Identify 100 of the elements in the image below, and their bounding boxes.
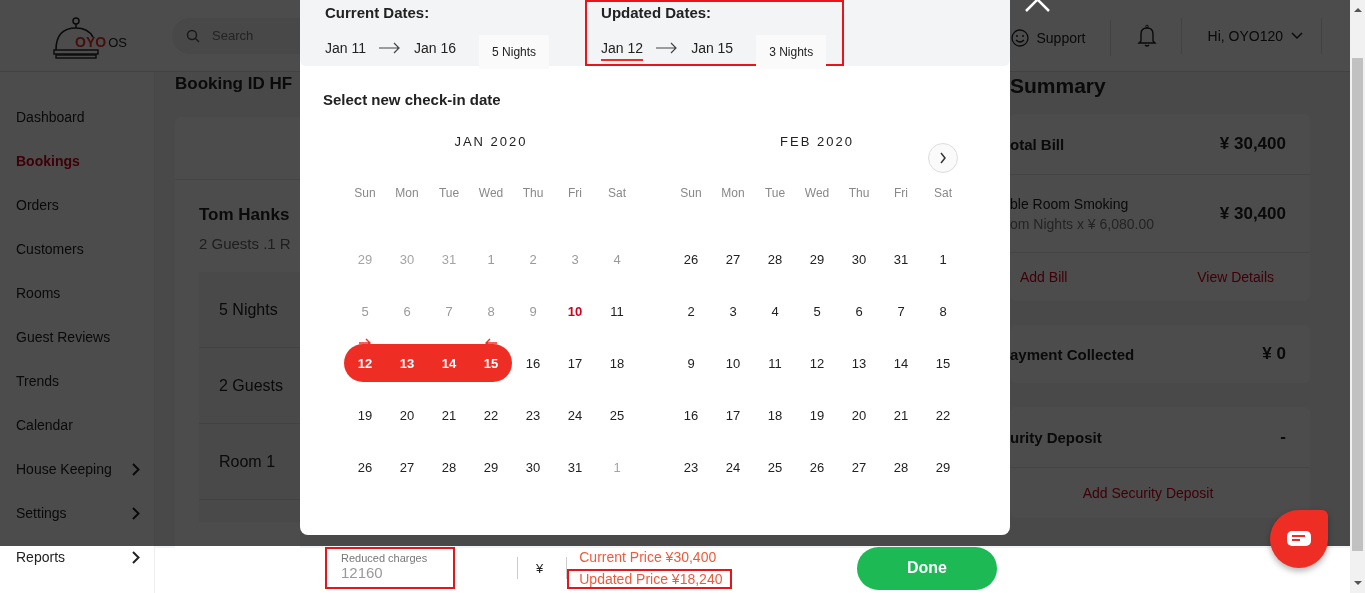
logo-brand: OYO	[75, 33, 107, 50]
calendar-day[interactable]: 27	[386, 448, 428, 486]
calendar-day[interactable]: 28	[880, 448, 922, 486]
to-date: Jan 15	[691, 40, 734, 56]
calendar-day[interactable]: 5	[796, 292, 838, 330]
calendar-day[interactable]: 6	[838, 292, 880, 330]
weekday-label: Mon	[394, 185, 420, 202]
calendar-day[interactable]: 31	[880, 240, 922, 278]
stay-detail: 5 Nights	[219, 300, 278, 319]
calendar-day[interactable]: 25	[596, 396, 638, 434]
calendar-day[interactable]: 20	[838, 396, 880, 434]
calendar-day[interactable]: 2	[670, 292, 712, 330]
summary-title: Summary	[1010, 74, 1107, 98]
calendar-day[interactable]: 16	[512, 344, 554, 382]
to-date: Jan 16	[414, 40, 457, 56]
nights-badge: 3 Nights	[756, 35, 827, 69]
logo-suffix: OS	[108, 34, 127, 50]
calendar-day[interactable]: 26	[344, 448, 386, 486]
calendar-day[interactable]: 8	[922, 292, 964, 330]
calendar-day[interactable]: 29	[796, 240, 838, 278]
weekday-label: Tue	[437, 185, 461, 202]
calendar-day[interactable]: 14	[428, 344, 470, 382]
month-title: JAN 2020	[453, 134, 529, 151]
calendar-day[interactable]: 17	[712, 396, 754, 434]
calendar-day[interactable]: 9	[670, 344, 712, 382]
calendar-day[interactable]: 10	[712, 344, 754, 382]
weekday-label: Thu	[521, 185, 545, 202]
calendar-day[interactable]: 22	[470, 396, 512, 434]
calendar-day[interactable]: 20	[386, 396, 428, 434]
calendar-day[interactable]: 12	[344, 344, 386, 382]
nights-badge: 5 Nights	[479, 35, 550, 69]
weekday-label: Thu	[847, 185, 871, 202]
calendar-day[interactable]: 19	[796, 396, 838, 434]
calendar-day[interactable]: 17	[554, 344, 596, 382]
calendar-day[interactable]: 15	[922, 344, 964, 382]
calendar-day[interactable]: 28	[754, 240, 796, 278]
weekday-label: Wed	[803, 185, 831, 202]
calendar-day[interactable]: 27	[838, 448, 880, 486]
calendar-day[interactable]: 30	[512, 448, 554, 486]
stay-detail: Room 1	[219, 452, 276, 471]
calendar-day[interactable]: 4	[754, 292, 796, 330]
calendar-day[interactable]: 13	[386, 344, 428, 382]
calendar-day[interactable]: 10	[554, 292, 596, 330]
sidebar-item[interactable]: Reports	[0, 535, 154, 579]
calendar-day[interactable]: 30	[838, 240, 880, 278]
calendar-day[interactable]: 19	[344, 396, 386, 434]
weekday-label: Sat	[607, 185, 627, 202]
calendar-day[interactable]: 28	[428, 448, 470, 486]
weekday-label: Mon	[720, 185, 746, 202]
calendar-day[interactable]: 27	[712, 240, 754, 278]
stay-detail: 2 Guests	[219, 376, 284, 395]
calendar-day[interactable]: 18	[596, 344, 638, 382]
calendar-day[interactable]: 24	[554, 396, 596, 434]
room-type: ble Room Smoking	[1010, 195, 1130, 212]
calendar-day[interactable]: 26	[796, 448, 838, 486]
calendar-day[interactable]: 14	[880, 344, 922, 382]
currency-symbol: ¥	[536, 560, 544, 576]
weekday-label: Sun	[679, 185, 703, 202]
calendar-day[interactable]: 7	[880, 292, 922, 330]
calendar-day[interactable]: 13	[838, 344, 880, 382]
guest-name: Tom Hanks	[199, 205, 291, 225]
calendar-day[interactable]: 31	[554, 448, 596, 486]
calendar-day[interactable]: 12	[796, 344, 838, 382]
calendar-day[interactable]: 16	[670, 396, 712, 434]
month-title: FEB 2020	[779, 134, 855, 151]
updated-price: Updated Price ¥18,240	[567, 569, 733, 589]
booking-title: Booking ID HF	[175, 74, 294, 94]
bill-amount: ¥ 30,400	[1219, 134, 1286, 154]
current-price: Current Price ¥30,400	[578, 548, 718, 567]
payment-label: ayment Collected	[1010, 345, 1135, 363]
calendar-day[interactable]: 15	[470, 344, 512, 382]
weekday-label: Fri	[893, 185, 909, 202]
from-date: Jan 12	[601, 40, 644, 61]
calendar-day[interactable]: 22	[922, 396, 964, 434]
calendar-day[interactable]: 29	[470, 448, 512, 486]
weekday-label: Wed	[477, 185, 505, 202]
calendar-day[interactable]: 26	[670, 240, 712, 278]
calendar-prompt: Select new check-in date	[323, 91, 502, 108]
calendar-day[interactable]: 18	[754, 396, 796, 434]
calendar-day[interactable]: 23	[512, 396, 554, 434]
calendar-day[interactable]: 3	[712, 292, 754, 330]
calendar-day[interactable]: 1	[922, 240, 964, 278]
calendar-day[interactable]: 11	[754, 344, 796, 382]
calendar-day[interactable]: 24	[712, 448, 754, 486]
reduced-charges-field[interactable]: Reduced charges 12160	[325, 547, 455, 589]
weekday-label: Sat	[933, 185, 953, 202]
calendar-day[interactable]: 29	[922, 448, 964, 486]
calendar-day[interactable]: 25	[754, 448, 796, 486]
calendar-day[interactable]: 21	[428, 396, 470, 434]
weekday-label: Sun	[353, 185, 377, 202]
weekday-label: Tue	[763, 185, 787, 202]
calendar-day[interactable]: 23	[670, 448, 712, 486]
bill-label: otal Bill	[1010, 135, 1065, 153]
calendar-day[interactable]: 11	[596, 292, 638, 330]
dates-label: Updated Dates:	[601, 4, 713, 21]
payment-amount: ¥ 0	[1262, 344, 1286, 364]
weekday-label: Fri	[567, 185, 583, 202]
deposit-amount: -	[1280, 427, 1286, 447]
calendar-day[interactable]: 21	[880, 396, 922, 434]
room-amount: ¥ 30,400	[1219, 203, 1286, 224]
